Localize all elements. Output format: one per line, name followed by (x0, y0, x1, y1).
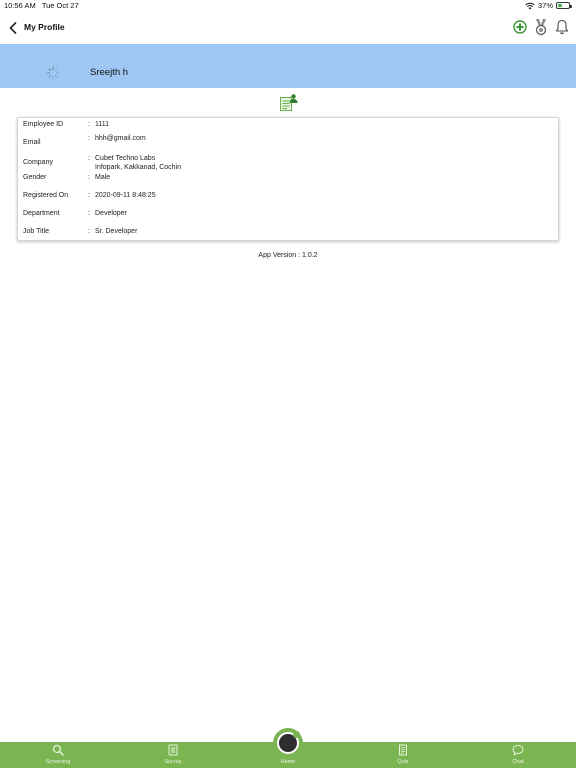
detail-label: Email (23, 139, 41, 146)
add-circle-icon (513, 20, 527, 34)
tab-survey[interactable]: Survey (133, 742, 213, 768)
home-icon (277, 731, 300, 754)
status-time: 10:56 AM Tue Oct 27 (4, 1, 79, 10)
edit-profile-button[interactable] (279, 93, 299, 113)
detail-label: Company (23, 159, 53, 166)
edit-profile-icon (280, 94, 298, 111)
quiz-icon (399, 744, 407, 756)
detail-value: Developer (95, 210, 127, 217)
detail-value: 1111 (95, 121, 110, 128)
battery-percent: 37% (537, 1, 553, 10)
rewards-button[interactable] (533, 18, 549, 36)
notifications-button[interactable] (554, 18, 570, 36)
detail-value: 2020-09-11 8:48:25 (95, 192, 156, 199)
status-date: Tue Oct 27 (41, 1, 79, 10)
detail-separator: : (88, 228, 90, 235)
detail-value: Sr. Developer (95, 228, 138, 235)
header-actions (512, 18, 570, 36)
detail-label: Job Title (23, 228, 50, 235)
detail-label: Department (23, 210, 60, 217)
detail-separator: : (88, 155, 90, 162)
detail-label: Gender (23, 174, 47, 181)
avatar[interactable] (46, 66, 60, 80)
detail-label: Employee ID (23, 121, 64, 128)
status-bar: 10:56 AM Tue Oct 27 37% (0, 0, 576, 12)
search-icon (52, 744, 64, 756)
battery-icon (556, 2, 572, 9)
tab-label: Screening (45, 759, 71, 765)
detail-separator: : (88, 174, 90, 181)
detail-label: Registered On (23, 192, 69, 199)
chat-icon (512, 744, 524, 756)
app-version: App Version : 1.0.2 (258, 252, 318, 259)
tab-home[interactable] (273, 728, 303, 758)
detail-separator: : (88, 192, 90, 199)
wifi-icon (525, 2, 535, 9)
profile-banner: Sreejth h (0, 44, 576, 88)
tab-home-label: Home (280, 759, 296, 765)
status-indicators: 37% (525, 1, 572, 10)
tab-label: Survey (164, 759, 182, 765)
survey-icon (168, 744, 178, 756)
detail-value: Cubet Techno Labs Infopark, Kakkanad, Co… (95, 155, 181, 171)
detail-separator: : (88, 210, 90, 217)
page-title: My Profile (24, 22, 65, 32)
back-button[interactable] (6, 20, 20, 36)
profile-name: Sreejth h (90, 67, 129, 78)
detail-value: hhh@gmail.com (95, 135, 146, 142)
detail-separator: : (88, 135, 90, 142)
tab-label: Chat (512, 759, 524, 765)
app-header: My Profile (0, 12, 576, 44)
tab-chat[interactable]: Chat (478, 742, 558, 768)
chevron-left-icon (9, 22, 17, 34)
add-button[interactable] (512, 18, 528, 36)
detail-separator: : (88, 121, 90, 128)
tab-label: Quiz (397, 759, 409, 765)
bell-icon (555, 19, 569, 35)
battery-level (558, 4, 562, 7)
tab-screening[interactable]: Screening (18, 742, 98, 768)
employee-details-card: Employee ID:1111 Email: hhh@gmail.com Compa… (17, 117, 559, 241)
status-clock: 10:56 AM (4, 1, 36, 10)
medal-icon (535, 19, 547, 36)
tab-quiz[interactable]: Quiz (363, 742, 443, 768)
detail-value: Male (95, 174, 111, 181)
loading-spinner-icon (46, 66, 60, 80)
